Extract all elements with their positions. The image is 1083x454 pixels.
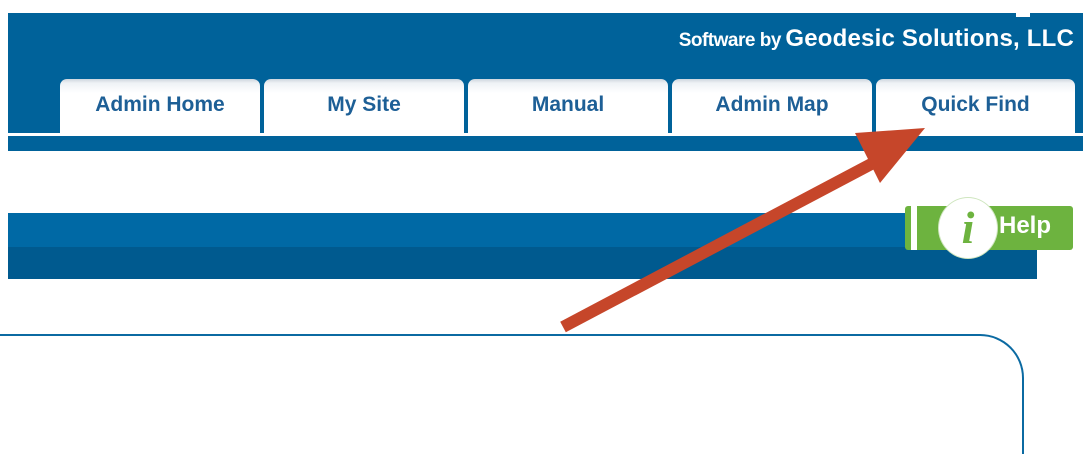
tab-admin-map[interactable]: Admin Map bbox=[672, 79, 872, 135]
page-title-bar bbox=[8, 213, 1037, 279]
info-icon-glyph: i bbox=[961, 202, 975, 253]
help-button[interactable]: i Help bbox=[905, 198, 1075, 258]
tabs-bottom-bar bbox=[8, 136, 1083, 151]
tab-label: Manual bbox=[531, 93, 605, 116]
tab-manual[interactable]: Manual bbox=[468, 79, 668, 135]
tab-quick-find[interactable]: Quick Find bbox=[876, 79, 1075, 135]
software-credit: Software by Geodesic Solutions, LLC bbox=[679, 25, 1074, 53]
tab-admin-home[interactable]: Admin Home bbox=[60, 79, 260, 135]
tab-my-site[interactable]: My Site bbox=[264, 79, 464, 135]
credit-brand: Geodesic Solutions, LLC bbox=[785, 25, 1074, 52]
tab-label: My Site bbox=[327, 93, 401, 116]
tab-label: Quick Find bbox=[921, 93, 1030, 116]
tab-label: Admin Home bbox=[95, 93, 225, 116]
content-panel bbox=[0, 334, 1024, 454]
header-corner-notch bbox=[1016, 13, 1030, 17]
info-icon: i bbox=[939, 198, 997, 258]
help-label: Help bbox=[999, 212, 1052, 239]
tab-label: Admin Map bbox=[715, 93, 829, 116]
credit-prefix: Software by bbox=[678, 30, 782, 51]
